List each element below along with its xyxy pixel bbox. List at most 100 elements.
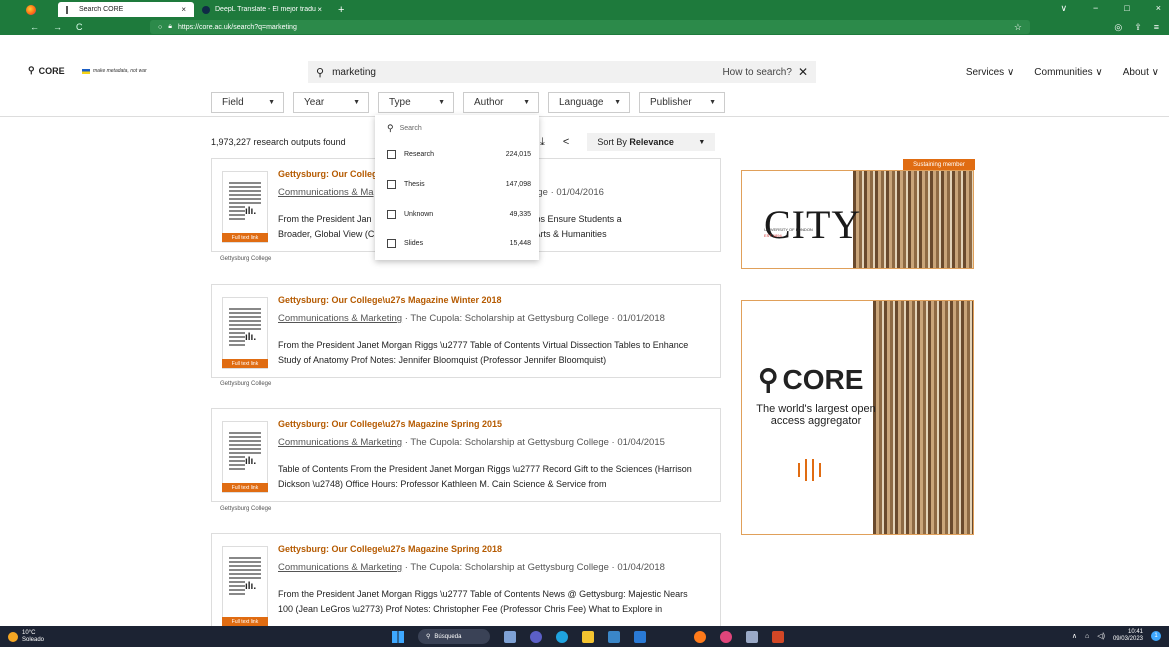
checkbox[interactable] bbox=[387, 210, 396, 219]
window-controls: ∨ − □ × bbox=[1060, 3, 1161, 14]
result-card[interactable]: ılı. Full text link Gettysburg: Our Coll… bbox=[211, 533, 721, 627]
back-button[interactable]: ← bbox=[30, 22, 39, 32]
weather-widget[interactable]: 10°C Soleado bbox=[8, 630, 44, 644]
result-title[interactable]: Gettysburg: Our College\u27s Magazine Sp… bbox=[278, 419, 502, 429]
caret-down-icon: ▼ bbox=[698, 138, 706, 146]
nav-services[interactable]: Services ∨ bbox=[966, 67, 1014, 78]
volume-icon[interactable]: ◁) bbox=[1097, 632, 1105, 640]
mail-icon[interactable] bbox=[634, 630, 646, 643]
result-card[interactable]: ılı. Full text link Gettysburg: Our Coll… bbox=[211, 284, 721, 378]
pocket-icon[interactable]: ◎ bbox=[1114, 22, 1122, 33]
search-icon[interactable]: ⚲ bbox=[316, 66, 324, 79]
taskbar-search[interactable]: ⚲ Búsqueda bbox=[418, 629, 490, 644]
close-tab-icon[interactable]: × bbox=[317, 5, 322, 14]
full-text-badge[interactable]: Full text link bbox=[222, 483, 268, 492]
type-option-unknown[interactable]: Unknown 49,335 bbox=[387, 210, 531, 219]
logo-text: CORE bbox=[38, 65, 65, 76]
windows-taskbar: 10°C Soleado ⚲ Búsqueda ∧ ⌂ ◁) 10:41 09/03… bbox=[0, 626, 1169, 647]
checkbox[interactable] bbox=[387, 150, 396, 159]
filter-field[interactable]: Field ▼ bbox=[211, 92, 284, 113]
core-logo[interactable]: ⚲ CORE bbox=[28, 65, 65, 76]
dropdown-search-input[interactable]: Search bbox=[400, 125, 422, 132]
minimize-button[interactable]: − bbox=[1093, 3, 1098, 14]
document-thumbnail[interactable]: ılı. Full text link bbox=[222, 421, 268, 493]
maximize-button[interactable]: □ bbox=[1124, 3, 1129, 14]
filter-year[interactable]: Year ▼ bbox=[293, 92, 369, 113]
tab-deepl[interactable]: DeepL Translate - El mejor tradu × bbox=[194, 2, 330, 17]
publisher-link[interactable]: Communications & Marketing bbox=[278, 313, 402, 324]
file-explorer-icon[interactable] bbox=[582, 630, 594, 643]
deepl-favicon-icon bbox=[202, 5, 210, 14]
document-thumbnail[interactable]: ılı. Full text link bbox=[222, 546, 268, 627]
nav-communities[interactable]: Communities ∨ bbox=[1034, 67, 1102, 78]
network-icon[interactable]: ⌂ bbox=[1085, 633, 1089, 640]
share-icon[interactable]: < bbox=[563, 136, 569, 148]
chat-icon[interactable] bbox=[530, 630, 542, 643]
url-bar[interactable]: ○ 🔒︎ https://core.ac.uk/search?q=marketi… bbox=[150, 20, 1030, 34]
publisher-link[interactable]: Communications & Marketing bbox=[278, 562, 402, 573]
result-title[interactable]: Gettysburg: Our College\u27s Magazine Wi… bbox=[278, 295, 501, 305]
full-text-badge[interactable]: Full text link bbox=[222, 233, 268, 242]
reload-button[interactable]: C bbox=[76, 22, 83, 32]
lock-icon[interactable]: 🔒︎ bbox=[168, 23, 172, 31]
type-option-research[interactable]: Research 224,015 bbox=[387, 150, 531, 159]
url-text: https://core.ac.uk/search?q=marketing bbox=[177, 23, 297, 31]
share-icon[interactable]: ⇪ bbox=[1134, 22, 1142, 33]
city-university-ad[interactable]: CITY UNIVERSITY OF LONDON EST 1894 bbox=[741, 170, 974, 269]
notification-badge[interactable]: 1 bbox=[1151, 631, 1161, 641]
windows-start-icon[interactable] bbox=[392, 630, 404, 643]
app-icon[interactable] bbox=[720, 630, 732, 643]
filter-type[interactable]: Type ▼ bbox=[378, 92, 454, 113]
search-bar[interactable]: ⚲ marketing How to search? ✕ bbox=[308, 61, 816, 83]
forward-button[interactable]: → bbox=[53, 22, 62, 32]
search-input[interactable]: marketing bbox=[332, 67, 722, 78]
menu-icon[interactable]: ≡ bbox=[1154, 22, 1159, 33]
core-ad-text: The world's largest open access aggregat… bbox=[756, 403, 876, 427]
bookmark-star-icon[interactable]: ☆ bbox=[1014, 22, 1022, 33]
taskbar-apps: ⚲ Búsqueda bbox=[392, 629, 784, 644]
close-tab-icon[interactable]: × bbox=[181, 5, 186, 14]
document-thumbnail[interactable]: ılı. Full text link bbox=[222, 297, 268, 369]
filter-publisher[interactable]: Publisher ▼ bbox=[639, 92, 725, 113]
city-established: EST 1894 bbox=[764, 233, 782, 238]
firefox-icon[interactable] bbox=[26, 4, 36, 15]
publisher-link[interactable]: Communications & Ma bbox=[278, 187, 374, 198]
clock[interactable]: 10:41 09/03/2023 bbox=[1113, 629, 1143, 643]
list-tabs-icon[interactable]: ∨ bbox=[1060, 3, 1067, 14]
sort-select[interactable]: Sort By Relevance ▼ bbox=[587, 133, 716, 151]
full-text-badge[interactable]: Full text link bbox=[222, 359, 268, 368]
edge-icon[interactable] bbox=[556, 630, 568, 643]
filter-author[interactable]: Author ▼ bbox=[463, 92, 539, 113]
shield-icon[interactable]: ○ bbox=[158, 24, 162, 31]
type-option-slides[interactable]: Slides 15,448 bbox=[387, 239, 531, 248]
clear-search-icon[interactable]: ✕ bbox=[798, 65, 808, 79]
tagline-text: make metadata, not war bbox=[93, 68, 147, 74]
app-icon-2[interactable] bbox=[746, 630, 758, 643]
result-abstract: From the President Janet Morgan Riggs \u… bbox=[278, 589, 688, 614]
full-text-badge[interactable]: Full text link bbox=[222, 617, 268, 626]
filter-language[interactable]: Language ▼ bbox=[548, 92, 630, 113]
powerpoint-icon[interactable] bbox=[772, 630, 784, 643]
how-to-search-link[interactable]: How to search? bbox=[722, 67, 791, 78]
checkbox[interactable] bbox=[387, 239, 396, 248]
tab-search-core[interactable]: Search CORE × bbox=[58, 2, 194, 17]
dropdown-search[interactable]: ⚲ Search bbox=[387, 123, 422, 134]
core-ad[interactable]: ⚲ CORE The world's largest open access a… bbox=[741, 300, 974, 535]
chart-icon: ılı. bbox=[245, 581, 263, 595]
document-thumbnail[interactable]: ılı. Full text link bbox=[222, 171, 268, 243]
publisher-link[interactable]: Communications & Marketing bbox=[278, 437, 402, 448]
result-title[interactable]: Gettysburg: Our College\u27s Magazine Sp… bbox=[278, 544, 502, 554]
checkbox[interactable] bbox=[387, 180, 396, 189]
result-meta: Communications & Marketing · The Cupola:… bbox=[278, 437, 665, 448]
store-icon[interactable] bbox=[608, 630, 620, 643]
download-icon[interactable]: ⤓ bbox=[540, 136, 545, 149]
result-title[interactable]: Gettysburg: Our Colleg bbox=[278, 169, 378, 179]
close-window-button[interactable]: × bbox=[1156, 3, 1161, 14]
firefox-taskbar-icon[interactable] bbox=[694, 630, 706, 643]
type-option-thesis[interactable]: Thesis 147,098 bbox=[387, 180, 531, 189]
new-tab-button[interactable]: + bbox=[338, 4, 344, 16]
task-view-icon[interactable] bbox=[504, 630, 516, 643]
result-card[interactable]: ılı. Full text link Gettysburg: Our Coll… bbox=[211, 408, 721, 502]
nav-about[interactable]: About ∨ bbox=[1123, 67, 1159, 78]
chevron-up-icon[interactable]: ∧ bbox=[1072, 632, 1077, 640]
